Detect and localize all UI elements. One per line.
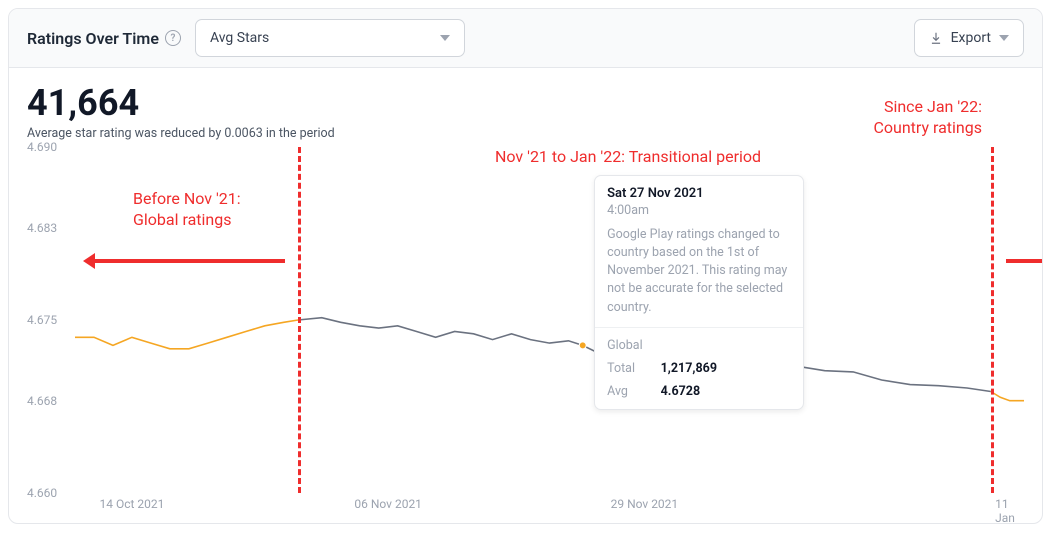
y-tick: 4.683: [27, 221, 57, 235]
header-left: Ratings Over Time ? Avg Stars: [27, 19, 465, 57]
tooltip-total-label: Total: [607, 361, 643, 376]
tooltip-time: 4:00am: [607, 203, 791, 218]
tooltip-message: Google Play ratings changed to country b…: [607, 226, 791, 317]
arrow-right-icon: [1006, 259, 1043, 263]
chart: 4.6904.6834.6754.6684.660 Before Nov '21…: [27, 147, 1024, 517]
arrow-left-icon: [95, 259, 285, 263]
y-tick: 4.668: [27, 394, 57, 408]
plot-area: Before Nov '21: Global ratings Nov '21 t…: [75, 147, 1024, 493]
y-tick: 4.675: [27, 313, 57, 327]
y-tick: 4.660: [27, 486, 57, 500]
metric-select[interactable]: Avg Stars: [195, 19, 465, 57]
divider-after: [991, 147, 994, 493]
y-tick: 4.690: [27, 140, 57, 154]
tooltip-avg-value: 4.6728: [661, 384, 791, 399]
chart-tooltip: Sat 27 Nov 2021 4:00am Google Play ratin…: [594, 175, 804, 410]
x-tick: 14 Oct 2021: [99, 497, 164, 511]
metric-select-value: Avg Stars: [210, 30, 269, 46]
chevron-down-icon: [440, 35, 450, 41]
annotation-middle: Nov '21 to Jan '22: Transitional period: [495, 147, 761, 168]
panel-body: 41,664 Average star rating was reduced b…: [9, 68, 1042, 523]
x-tick: 06 Nov 2021: [354, 497, 422, 511]
divider-before: [298, 147, 301, 493]
export-button-label: Export: [951, 30, 991, 46]
export-button[interactable]: Export: [914, 19, 1024, 57]
annotation-after: Since Jan '22: Country ratings: [873, 97, 982, 139]
tooltip-avg-label: Avg: [607, 384, 643, 399]
panel-header: Ratings Over Time ? Avg Stars Export: [9, 9, 1042, 68]
tooltip-date: Sat 27 Nov 2021: [607, 186, 791, 201]
x-tick: 29 Nov 2021: [611, 497, 679, 511]
download-icon: [929, 31, 943, 45]
ratings-over-time-panel: Ratings Over Time ? Avg Stars Export 41,…: [8, 8, 1043, 524]
help-icon[interactable]: ?: [165, 30, 181, 46]
chevron-down-icon: [999, 35, 1009, 41]
tooltip-global-label: Global: [607, 338, 643, 353]
tooltip-total-value: 1,217,869: [661, 361, 791, 376]
panel-title: Ratings Over Time ?: [27, 29, 181, 48]
y-axis: 4.6904.6834.6754.6684.660: [27, 147, 69, 493]
x-axis: 14 Oct 202106 Nov 202129 Nov 202111 Jan: [75, 497, 1024, 517]
x-tick: 11 Jan: [995, 497, 1015, 524]
panel-title-text: Ratings Over Time: [27, 29, 159, 48]
annotation-before: Before Nov '21: Global ratings: [133, 189, 241, 231]
